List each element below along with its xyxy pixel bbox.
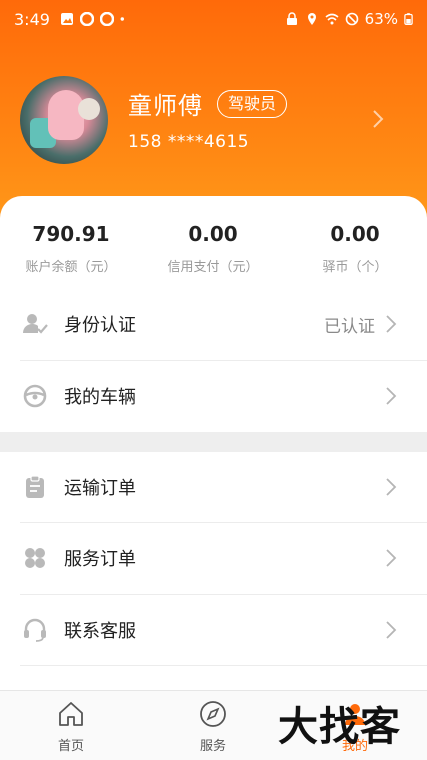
location-icon xyxy=(307,13,316,25)
menu-contact-support[interactable]: 联系客服 xyxy=(20,595,427,665)
battery-icon xyxy=(404,13,413,26)
user-check-icon xyxy=(23,314,48,334)
chevron-right-icon[interactable] xyxy=(370,108,386,130)
stat-coins[interactable]: 0.00 驿币（个） xyxy=(284,222,426,275)
watermark-logo: 大找客 xyxy=(278,703,401,750)
stat-label: 信用支付（元） xyxy=(167,260,259,275)
steering-wheel-icon xyxy=(23,384,47,408)
home-icon xyxy=(59,702,83,726)
app-notification-icon xyxy=(79,12,94,26)
status-bar: 3:49 63% xyxy=(0,0,427,38)
stat-account-balance[interactable]: 790.91 账户余额（元） xyxy=(0,222,142,275)
nav-home[interactable]: 首页 xyxy=(0,691,142,760)
no-signal-icon xyxy=(345,12,358,26)
stat-value: 0.00 xyxy=(188,222,238,246)
headset-icon xyxy=(24,618,46,642)
menu-label: 运输订单 xyxy=(64,478,136,499)
menu-label: 服务订单 xyxy=(64,549,136,570)
stat-value: 790.91 xyxy=(32,222,110,246)
stat-label: 账户余额（元） xyxy=(25,260,117,275)
chevron-right-icon xyxy=(386,478,397,496)
clipboard-icon xyxy=(26,475,44,498)
lock-icon xyxy=(286,12,297,25)
profile-header[interactable]: 童师傅 驾驶员 158 ****4615 xyxy=(0,70,427,170)
menu-my-vehicle[interactable]: 我的车辆 xyxy=(20,361,427,431)
account-stats: 790.91 账户余额（元） 0.00 信用支付（元） 0.00 驿币（个） xyxy=(0,222,427,282)
battery-level: 63% xyxy=(364,10,398,28)
role-badge: 驾驶员 xyxy=(217,90,288,118)
menu-label: 联系客服 xyxy=(64,621,136,642)
app-notification-icon xyxy=(99,12,114,26)
grid-icon xyxy=(25,548,45,568)
chevron-right-icon xyxy=(386,387,397,405)
wifi-icon xyxy=(325,13,339,25)
stat-value: 0.00 xyxy=(330,222,380,246)
menu-label: 我的车辆 xyxy=(64,387,136,408)
phone-number: 158 ****4615 xyxy=(128,132,250,152)
section-separator xyxy=(0,432,427,452)
nav-label: 首页 xyxy=(57,739,84,754)
chevron-right-icon xyxy=(386,621,397,639)
avatar[interactable] xyxy=(20,76,108,164)
divider xyxy=(20,665,427,666)
dot-icon xyxy=(120,17,124,21)
image-icon xyxy=(60,13,73,25)
nav-label: 服务 xyxy=(199,739,226,754)
chevron-right-icon xyxy=(386,549,397,567)
driver-name: 童师傅 xyxy=(128,92,203,120)
menu-service-orders[interactable]: 服务订单 xyxy=(20,523,427,593)
nav-service[interactable]: 服务 xyxy=(142,691,284,760)
chevron-right-icon xyxy=(386,315,397,333)
stat-label: 驿币（个） xyxy=(322,260,388,275)
compass-icon xyxy=(200,701,226,727)
menu-label: 身份认证 xyxy=(64,315,136,336)
stat-credit-payment[interactable]: 0.00 信用支付（元） xyxy=(142,222,284,275)
menu-identity-verification[interactable]: 身份认证 已认证 xyxy=(20,289,427,359)
status-time: 3:49 xyxy=(14,9,50,29)
verification-status: 已认证 xyxy=(324,316,375,337)
menu-transport-orders[interactable]: 运输订单 xyxy=(20,452,427,522)
